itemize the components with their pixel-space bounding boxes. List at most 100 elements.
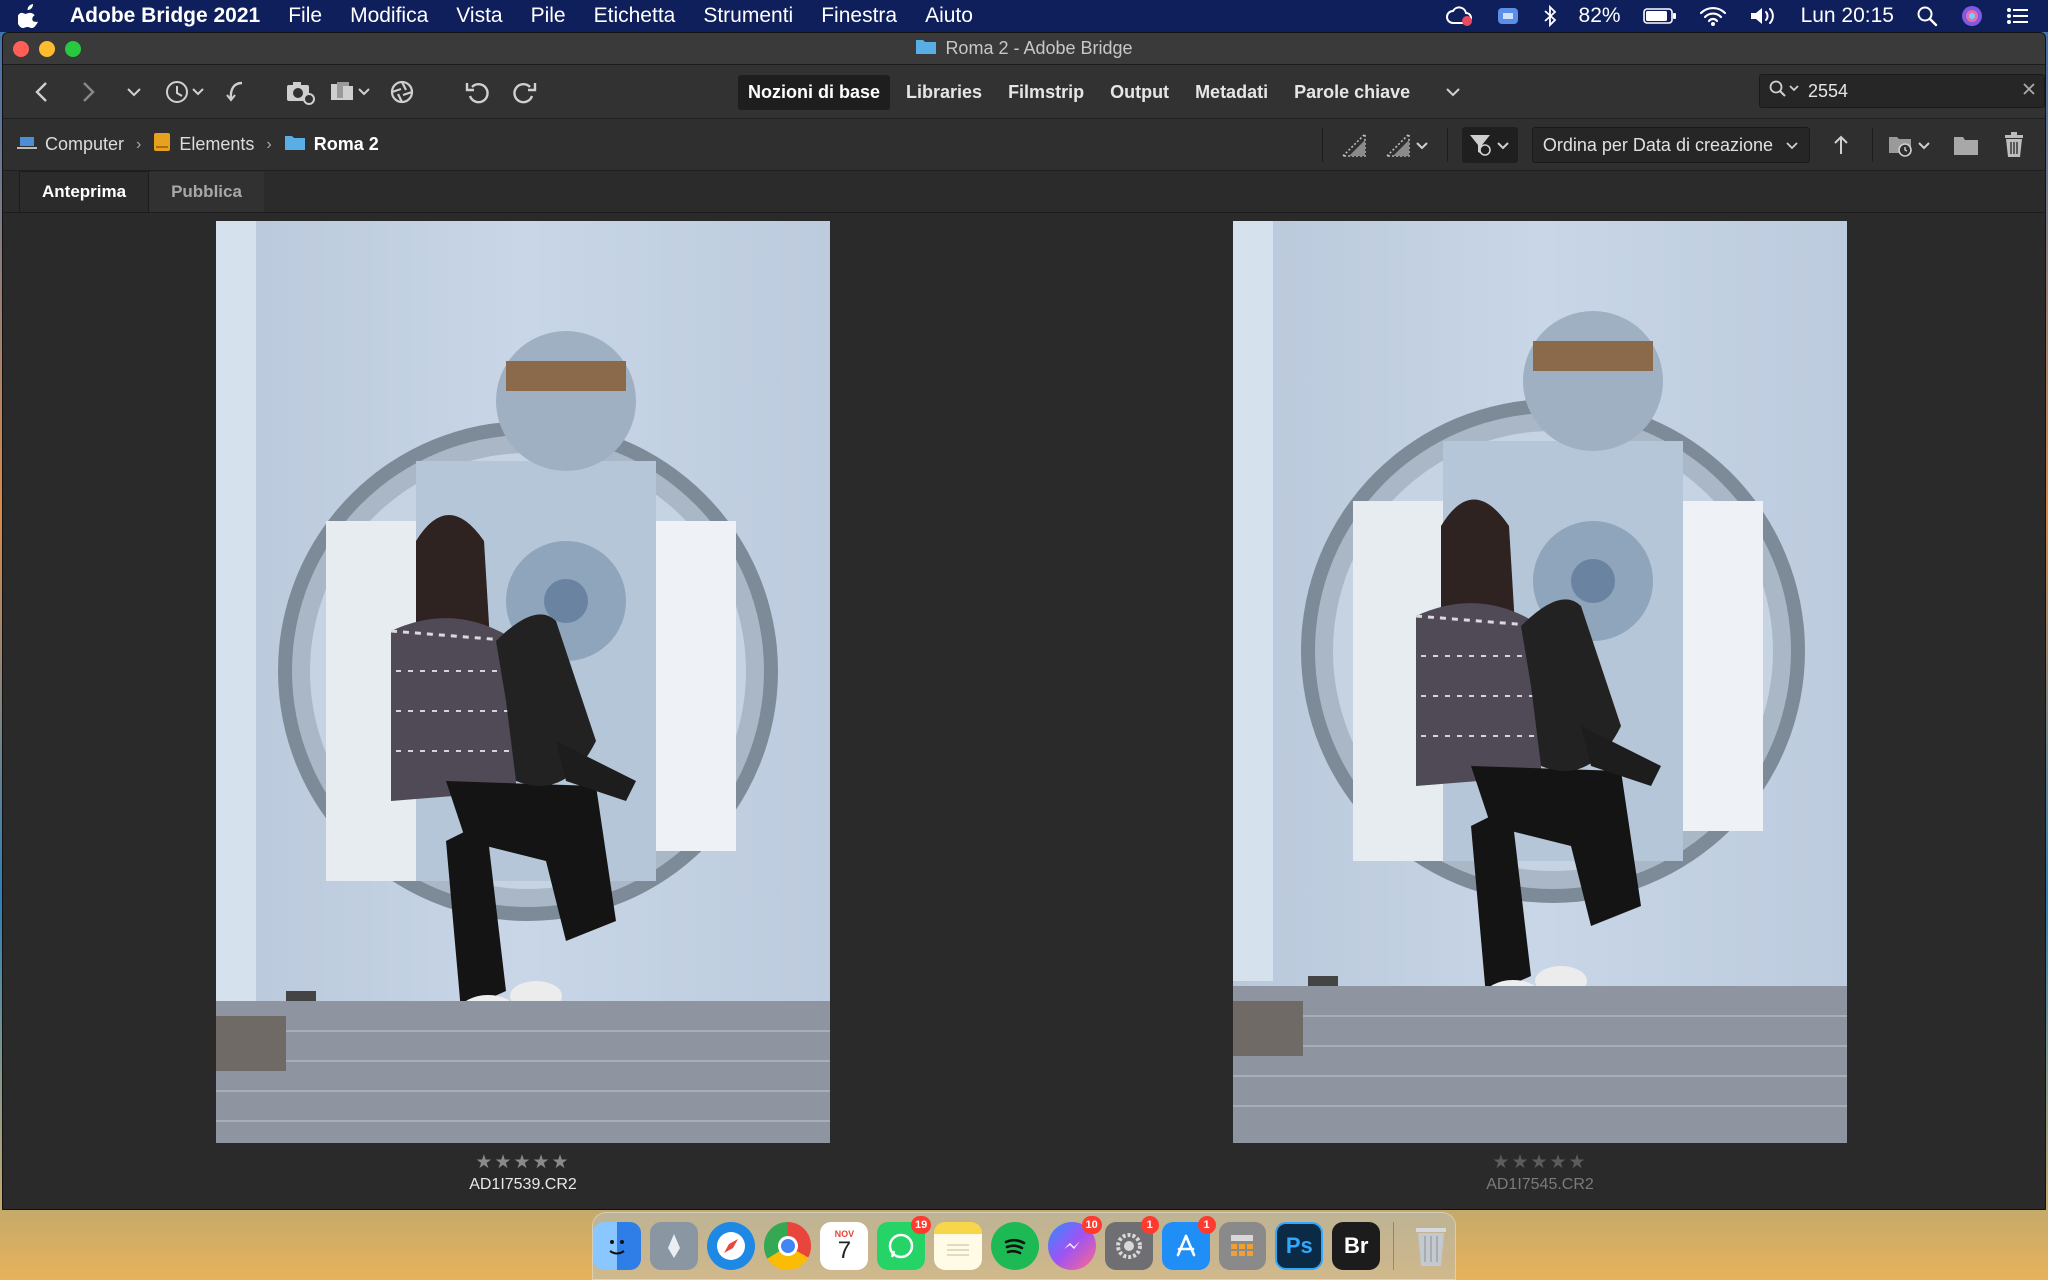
return-to-photoshop-icon[interactable] <box>219 74 253 110</box>
divider <box>1446 128 1448 162</box>
tab-pubblica[interactable]: Pubblica <box>149 172 264 212</box>
new-folder-icon[interactable] <box>1949 127 1983 163</box>
battery-percent: 82% <box>1578 4 1621 27</box>
zoom-window-button[interactable] <box>65 41 81 57</box>
menu-finestra[interactable]: Finestra <box>821 4 897 28</box>
breadcrumb-computer[interactable]: Computer <box>17 134 124 155</box>
main-toolbar: Nozioni di base Libraries Filmstrip Outp… <box>3 65 2045 119</box>
preview-filename: AD1I7539.CR2 <box>469 1176 577 1193</box>
minimize-window-button[interactable] <box>39 41 55 57</box>
menu-etichetta[interactable]: Etichetta <box>594 4 676 28</box>
spotify-icon[interactable] <box>991 1222 1039 1270</box>
sort-ascending-icon[interactable] <box>1824 127 1858 163</box>
calculator-icon[interactable] <box>1218 1222 1267 1270</box>
preview-item[interactable]: ★★★★★ AD1I7539.CR2 <box>216 221 830 1194</box>
whatsapp-icon[interactable]: 19 <box>877 1216 932 1270</box>
siri-icon[interactable] <box>1960 4 1984 28</box>
breadcrumb-elements[interactable]: Elements <box>153 132 254 157</box>
launchpad-icon[interactable] <box>649 1222 698 1270</box>
panel-tabs: Anteprima Pubblica <box>3 171 2045 213</box>
workspace-libraries[interactable]: Libraries <box>896 75 992 110</box>
control-center-icon[interactable] <box>2006 6 2030 26</box>
workspace-output[interactable]: Output <box>1100 75 1179 110</box>
calendar-day: 7 <box>837 1237 852 1264</box>
menu-vista[interactable]: Vista <box>456 4 502 28</box>
app-store-icon[interactable]: 1 <box>1161 1216 1216 1270</box>
clock[interactable]: Lun 20:15 <box>1801 4 1894 28</box>
more-workspaces-chevron-icon[interactable] <box>1436 74 1470 110</box>
search-input[interactable] <box>1808 80 1998 102</box>
workspace-metadati[interactable]: Metadati <box>1185 75 1278 110</box>
open-recent-folder-icon[interactable] <box>1887 127 1935 163</box>
menu-file[interactable]: File <box>288 4 322 28</box>
open-in-camera-raw-icon[interactable] <box>385 74 419 110</box>
tab-anteprima[interactable]: Anteprima <box>19 171 150 212</box>
folder-icon <box>284 133 306 156</box>
creative-cloud-icon[interactable] <box>1445 5 1473 27</box>
preview-photo[interactable] <box>1233 221 1847 1143</box>
workspace-nozioni-di-base[interactable]: Nozioni di base <box>738 74 891 110</box>
filter-items-icon[interactable] <box>1461 127 1518 163</box>
breadcrumb-label-computer: Computer <box>45 134 125 154</box>
back-button[interactable] <box>25 74 59 110</box>
preview-item[interactable]: ★★★★★ AD1I7545.CR2 <box>1233 221 1847 1194</box>
cloud-sync-icon[interactable] <box>1495 5 1521 27</box>
preview-photo[interactable] <box>216 221 830 1143</box>
notification-badge: 10 <box>1081 1216 1102 1234</box>
bridge-window: Roma 2 - Adobe Bridge Nozioni di base Li… <box>2 32 2046 1210</box>
finder-icon[interactable] <box>593 1222 641 1270</box>
workspace-filmstrip[interactable]: Filmstrip <box>998 75 1094 110</box>
clear-search-icon[interactable] <box>2022 82 2036 101</box>
get-photos-from-camera-icon[interactable] <box>283 74 317 110</box>
title-bar: Roma 2 - Adobe Bridge <box>3 33 2045 65</box>
system-preferences-icon[interactable]: 1 <box>1104 1216 1159 1270</box>
dock: NOV 7 19 10 1 1 Ps Br <box>592 1212 1456 1280</box>
menu-aiuto[interactable]: Aiuto <box>925 4 973 28</box>
battery-icon[interactable] <box>1642 7 1677 25</box>
thumbnail-quality-icon[interactable] <box>1337 127 1371 163</box>
bluetooth-icon[interactable] <box>1543 5 1557 27</box>
bridge-icon[interactable]: Br <box>1332 1222 1381 1270</box>
menu-pile[interactable]: Pile <box>531 4 566 28</box>
divider <box>1321 128 1323 162</box>
star-rating[interactable]: ★★★★★ <box>216 1151 830 1174</box>
workspace-switcher: Nozioni di base Libraries Filmstrip Outp… <box>738 74 1470 110</box>
close-window-button[interactable] <box>13 41 29 57</box>
chevron-down-icon <box>1785 135 1799 156</box>
safari-icon[interactable] <box>706 1222 755 1270</box>
photoshop-icon[interactable]: Ps <box>1275 1222 1324 1270</box>
search-icon[interactable] <box>1768 79 1802 104</box>
trash-icon[interactable] <box>1997 127 2031 163</box>
wifi-icon[interactable] <box>1699 5 1727 27</box>
notification-badge: 1 <box>1140 1216 1159 1234</box>
messenger-icon[interactable]: 10 <box>1047 1216 1102 1270</box>
divider <box>1872 128 1873 162</box>
volume-icon[interactable] <box>1749 5 1779 27</box>
calendar-icon[interactable]: NOV 7 <box>820 1222 869 1270</box>
apple-icon[interactable] <box>18 3 44 29</box>
chevron-down-icon[interactable] <box>117 74 151 110</box>
chrome-icon[interactable] <box>763 1222 812 1270</box>
rating-filter-icon[interactable] <box>1384 127 1433 163</box>
forward-button[interactable] <box>71 74 105 110</box>
menu-app-name[interactable]: Adobe Bridge 2021 <box>70 4 260 28</box>
breadcrumb-roma-2[interactable]: Roma 2 <box>284 133 379 156</box>
refine-icon[interactable] <box>329 74 373 110</box>
spotlight-search-icon[interactable] <box>1916 5 1938 27</box>
computer-icon <box>17 134 37 155</box>
notes-icon[interactable] <box>934 1222 983 1270</box>
menu-strumenti[interactable]: Strumenti <box>703 4 793 28</box>
dock-divider <box>1393 1222 1395 1270</box>
preview-panel: ★★★★★ AD1I7539.CR2 ★★★★★ AD1I7545.CR2 <box>3 213 2045 1209</box>
menu-modifica[interactable]: Modifica <box>350 4 428 28</box>
star-rating[interactable]: ★★★★★ <box>1233 1151 1847 1174</box>
folder-icon <box>915 37 937 60</box>
rotate-left-icon[interactable] <box>461 74 495 110</box>
trash-icon[interactable] <box>1407 1222 1455 1270</box>
path-bar: Computer › Elements › Roma 2 Ordina per … <box>3 119 2045 171</box>
workspace-parole-chiave[interactable]: Parole chiave <box>1284 75 1420 110</box>
rotate-right-icon[interactable] <box>507 74 541 110</box>
recent-history-icon[interactable] <box>163 74 207 110</box>
search-box[interactable] <box>1759 74 2045 108</box>
sort-select[interactable]: Ordina per Data di creazione <box>1531 127 1810 163</box>
